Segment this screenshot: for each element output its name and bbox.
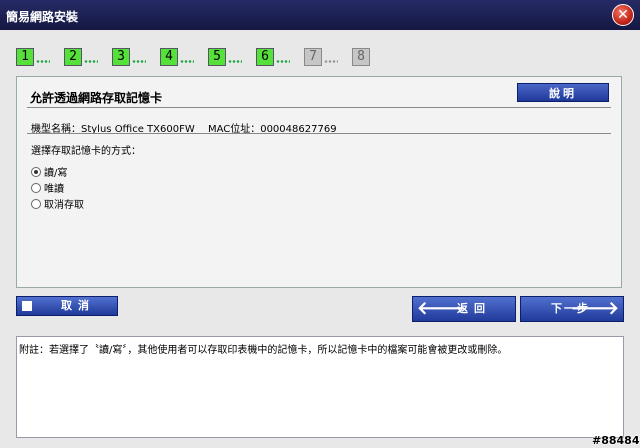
close-icon: ✕: [617, 7, 629, 23]
back-button[interactable]: 🡐 返回: [412, 296, 516, 322]
help-button[interactable]: 說明: [517, 83, 609, 102]
step-number: 6: [256, 48, 274, 66]
note-text: 附註：若選擇了〝讀/寫〞，其他使用者可以存取印表機中的記憶卡，所以記憶卡中的檔案…: [19, 345, 508, 356]
step-6: 6: [256, 48, 290, 68]
step-7: 7: [304, 48, 338, 68]
watermark: #88484: [592, 434, 640, 447]
arrow-right-icon: 🡒: [570, 298, 619, 319]
step-1: 1: [16, 48, 50, 68]
next-button[interactable]: 下一步 🡒: [520, 296, 624, 322]
step-2: 2: [64, 48, 98, 68]
radio-label: 唯讀: [44, 184, 64, 195]
step-5: 5: [208, 48, 242, 68]
step-indicator: 1 2 3 4 5 6 7 8: [0, 30, 640, 72]
step-number: 3: [112, 48, 130, 66]
main-area: 允許透過網路存取記憶卡 說明 機型名稱：Stylus Office TX600F…: [0, 72, 640, 448]
step-number: 7: [304, 48, 322, 66]
divider: [27, 133, 611, 134]
radio-label: 取消存取: [44, 200, 84, 211]
divider: [27, 107, 611, 108]
close-button[interactable]: ✕: [612, 4, 634, 26]
step-number: 2: [64, 48, 82, 66]
settings-panel: 允許透過網路存取記憶卡 說明 機型名稱：Stylus Office TX600F…: [16, 76, 622, 288]
cancel-label: 取消: [61, 299, 95, 312]
window-title: 簡易網路安裝: [6, 10, 79, 24]
access-question: 選擇存取記憶卡的方式：: [31, 146, 141, 157]
radio-read-only[interactable]: 唯讀: [31, 183, 64, 197]
radio-unchecked-icon: [31, 199, 41, 209]
radio-disable-access[interactable]: 取消存取: [31, 199, 84, 213]
step-number: 1: [16, 48, 34, 66]
panel-title: 允許透過網路存取記憶卡: [30, 91, 163, 105]
radio-label: 讀/寫: [44, 168, 68, 179]
radio-checked-icon: [31, 167, 41, 177]
note-box: 附註：若選擇了〝讀/寫〞，其他使用者可以存取印表機中的記憶卡，所以記憶卡中的檔案…: [16, 336, 624, 438]
step-3: 3: [112, 48, 146, 68]
back-label: 返回: [457, 302, 491, 315]
step-8: 8: [352, 48, 370, 68]
step-number: 5: [208, 48, 226, 66]
radio-read-write[interactable]: 讀/寫: [31, 167, 67, 181]
title-bar: 簡易網路安裝 ✕: [0, 0, 640, 30]
step-4: 4: [160, 48, 194, 68]
cancel-button[interactable]: 取消: [16, 296, 118, 316]
cancel-icon: [22, 301, 32, 311]
radio-unchecked-icon: [31, 183, 41, 193]
step-number: 8: [352, 48, 370, 66]
step-number: 4: [160, 48, 178, 66]
